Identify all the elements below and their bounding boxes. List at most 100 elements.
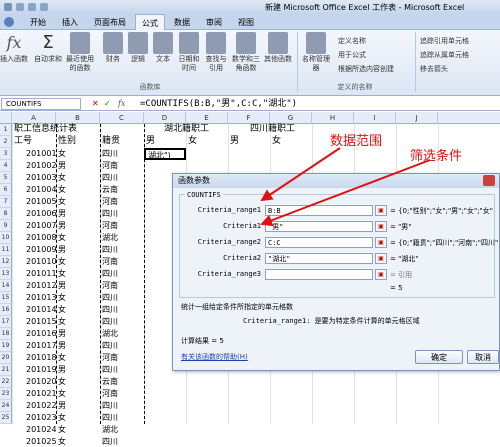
cell-origin[interactable]: 湖北 — [102, 232, 118, 243]
collapse-dialog-icon[interactable]: ▣ — [375, 205, 387, 216]
cell-employee-id[interactable]: 201017 — [26, 340, 57, 351]
cell-gender[interactable]: 男 — [58, 364, 66, 375]
cell-gender[interactable]: 女 — [58, 316, 66, 327]
row-header[interactable]: 16 — [0, 304, 12, 316]
row-header[interactable]: 8 — [0, 208, 12, 220]
row-header[interactable]: 13 — [0, 268, 12, 280]
row-header[interactable]: 3 — [0, 148, 12, 160]
cell-employee-id[interactable]: 201022 — [26, 400, 57, 411]
column-header[interactable]: C — [100, 112, 144, 124]
cell-gender[interactable]: 女 — [58, 376, 66, 387]
cancel-button[interactable]: 取消 — [467, 350, 499, 364]
row-header[interactable]: 4 — [0, 160, 12, 172]
cell-employee-id[interactable]: 201016 — [26, 328, 57, 339]
cell-origin[interactable]: 四川 — [102, 340, 118, 351]
cell-employee-id[interactable]: 201006 — [26, 208, 57, 219]
cell-employee-id[interactable]: 201018 — [26, 352, 57, 363]
cell-employee-id[interactable]: 201005 — [26, 196, 57, 207]
row-header[interactable]: 14 — [0, 280, 12, 292]
row-header[interactable]: 23 — [0, 388, 12, 400]
help-link[interactable]: 有关该函数的帮助(H) — [181, 352, 248, 362]
column-header[interactable]: F — [228, 112, 270, 124]
text-button[interactable]: 文本 — [151, 32, 175, 64]
cell-employee-id[interactable]: 201008 — [26, 232, 57, 243]
remove-arrows-button[interactable]: 移去箭头 — [420, 64, 448, 74]
row-header[interactable]: 25 — [0, 412, 12, 424]
cell-origin[interactable]: 河南 — [102, 352, 118, 363]
date-time-button[interactable]: 日期和时间 — [176, 32, 202, 73]
cell-gender[interactable]: 男 — [58, 244, 66, 255]
row-header[interactable]: 21 — [0, 364, 12, 376]
row-header[interactable]: 10 — [0, 232, 12, 244]
formula-input[interactable]: =COUNTIFS(B:B,"男",C:C,"湖北") — [140, 98, 297, 110]
trace-dependents-button[interactable]: 追踪从属单元格 — [420, 50, 469, 60]
math-trig-button[interactable]: 数学和三角函数 — [230, 32, 262, 73]
recent-functions-button[interactable]: 最近使用的函数 — [63, 32, 97, 73]
tab-review[interactable]: 审阅 — [206, 17, 222, 28]
cell-employee-id[interactable]: 201015 — [26, 316, 57, 327]
tab-home[interactable]: 开始 — [30, 17, 46, 28]
row-header[interactable]: 2 — [0, 136, 12, 148]
name-manager-button[interactable]: 名称管理器 — [300, 32, 332, 73]
cell-gender[interactable]: 男 — [58, 340, 66, 351]
collapse-dialog-icon[interactable]: ▣ — [375, 221, 387, 232]
row-header[interactable]: 5 — [0, 172, 12, 184]
tab-formulas[interactable]: 公式 — [135, 14, 165, 30]
cell-d1[interactable]: 湖北籍职工 — [164, 124, 209, 135]
insert-function-button[interactable]: fx 插入函数 — [0, 32, 28, 64]
row-header[interactable]: 11 — [0, 244, 12, 256]
cell-gender[interactable]: 女 — [58, 436, 66, 447]
cell-origin[interactable]: 云南 — [102, 184, 118, 195]
cell-e2[interactable]: 女 — [188, 136, 197, 147]
cell-employee-id[interactable]: 201021 — [26, 388, 57, 399]
row-header[interactable]: 1 — [0, 124, 12, 136]
autosum-button[interactable]: Σ 自动求和 — [33, 32, 63, 64]
cell-d2[interactable]: 男 — [146, 136, 155, 147]
use-in-formula-button[interactable]: 用于公式 — [338, 50, 366, 60]
cell-gender[interactable]: 男 — [58, 400, 66, 411]
cell-gender[interactable]: 女 — [58, 148, 66, 159]
cell-employee-id[interactable]: 201023 — [26, 412, 57, 423]
cell-origin[interactable]: 四川 — [102, 304, 118, 315]
cell-gender[interactable]: 男 — [58, 280, 66, 291]
cell-gender[interactable]: 女 — [58, 388, 66, 399]
cell-a2[interactable]: 工号 — [14, 136, 32, 147]
financial-button[interactable]: 财务 — [101, 32, 125, 64]
row-header[interactable]: 19 — [0, 340, 12, 352]
cell-origin[interactable]: 云南 — [102, 376, 118, 387]
cell-gender[interactable]: 男 — [58, 160, 66, 171]
cell-employee-id[interactable]: 201013 — [26, 292, 57, 303]
collapse-dialog-icon[interactable]: ▣ — [375, 269, 387, 280]
tab-view[interactable]: 视图 — [238, 17, 254, 28]
more-functions-button[interactable]: 其他函数 — [263, 32, 293, 64]
cell-employee-id[interactable]: 201007 — [26, 220, 57, 231]
cell-origin[interactable]: 湖北 — [102, 328, 118, 339]
cell-origin[interactable]: 河南 — [102, 160, 118, 171]
redo-icon[interactable] — [40, 3, 48, 11]
cell-d3-active[interactable]: 湖北") — [144, 148, 186, 160]
cell-employee-id[interactable]: 201025 — [26, 436, 57, 447]
cell-employee-id[interactable]: 201001 — [26, 148, 57, 159]
row-header[interactable]: 22 — [0, 376, 12, 388]
column-header[interactable]: G — [270, 112, 312, 124]
criteria-range2-input[interactable]: C:C — [265, 237, 373, 248]
column-header[interactable]: A — [12, 112, 56, 124]
cell-origin[interactable]: 四川 — [102, 244, 118, 255]
cell-origin[interactable]: 河南 — [102, 280, 118, 291]
office-button-icon[interactable] — [4, 17, 14, 27]
criteria-range1-input[interactable]: B:B — [265, 205, 373, 216]
cell-gender[interactable]: 女 — [58, 172, 66, 183]
excel-logo-icon[interactable] — [4, 3, 12, 11]
row-header[interactable]: 6 — [0, 184, 12, 196]
row-header[interactable]: 17 — [0, 316, 12, 328]
cell-employee-id[interactable]: 201003 — [26, 172, 57, 183]
column-header[interactable]: D — [144, 112, 186, 124]
create-from-selection-button[interactable]: 根据所选内容创建 — [338, 64, 394, 74]
cell-gender[interactable]: 男 — [58, 328, 66, 339]
enter-icon[interactable]: ✓ — [104, 99, 111, 108]
row-header[interactable]: 18 — [0, 328, 12, 340]
fx-icon[interactable]: fx — [118, 99, 125, 108]
close-icon[interactable] — [483, 175, 495, 186]
cell-origin[interactable]: 四川 — [102, 436, 118, 447]
criteria2-input[interactable]: "湖北" — [265, 253, 373, 264]
